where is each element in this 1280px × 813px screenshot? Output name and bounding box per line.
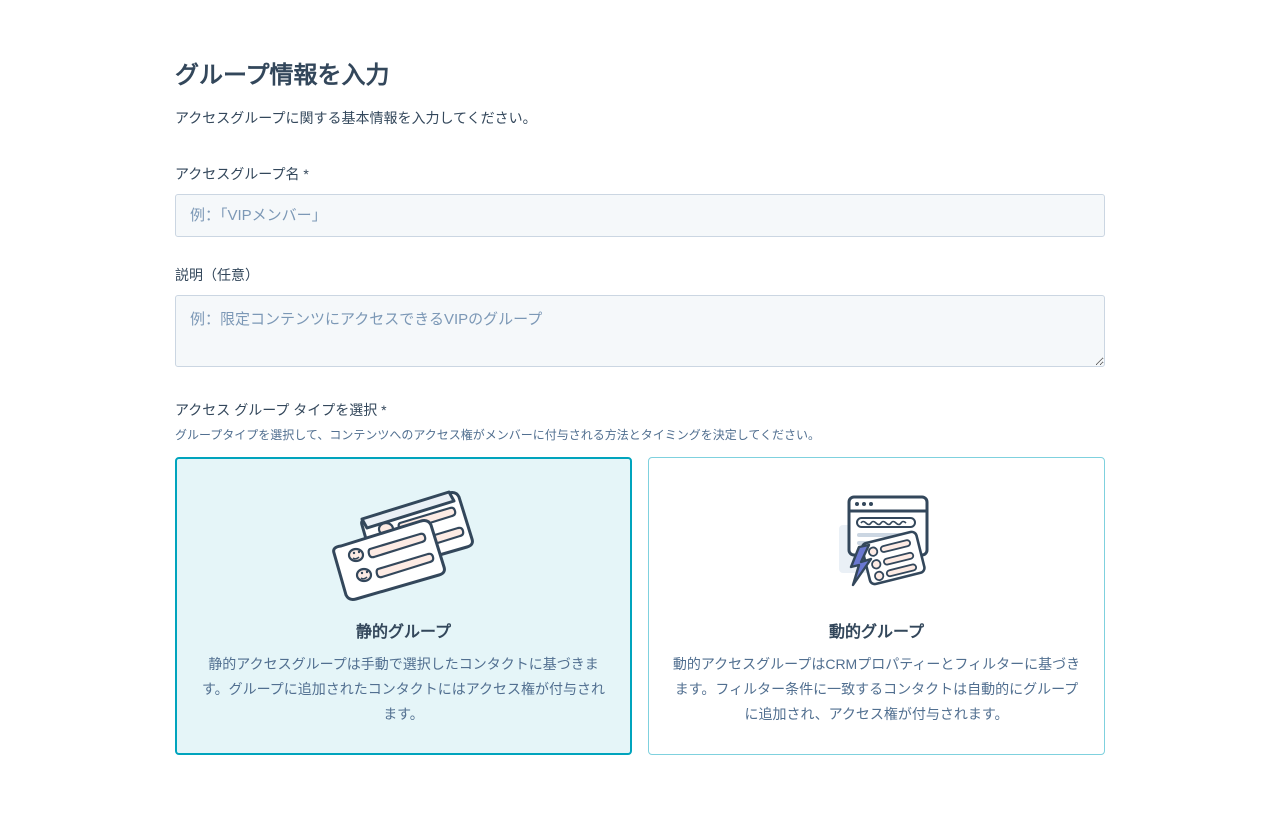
type-card-row: 静的グループ 静的アクセスグループは手動で選択したコンタクトに基づきます。グルー… bbox=[175, 457, 1105, 755]
name-label: アクセスグループ名 * bbox=[175, 164, 1105, 184]
field-group-name: アクセスグループ名 * bbox=[175, 164, 1105, 237]
type-section: アクセス グループ タイプを選択 * グループタイプを選択して、コンテンツへのア… bbox=[175, 400, 1105, 755]
page-title: グループ情報を入力 bbox=[175, 55, 1105, 90]
type-section-help: グループタイプを選択して、コンテンツへのアクセス権がメンバーに付与される方法とタ… bbox=[175, 426, 1105, 443]
dynamic-card-description: 動的アクセスグループはCRMプロパティーとフィルターに基づきます。フィルター条件… bbox=[669, 652, 1084, 728]
type-card-dynamic[interactable]: 動的グループ 動的アクセスグループはCRMプロパティーとフィルターに基づきます。… bbox=[648, 457, 1105, 755]
static-list-icon bbox=[196, 478, 611, 608]
type-section-label: アクセス グループ タイプを選択 * bbox=[175, 400, 1105, 420]
description-label: 説明（任意） bbox=[175, 265, 1105, 285]
group-name-input[interactable] bbox=[175, 194, 1105, 237]
static-card-description: 静的アクセスグループは手動で選択したコンタクトに基づきます。グループに追加された… bbox=[196, 652, 611, 728]
type-card-static[interactable]: 静的グループ 静的アクセスグループは手動で選択したコンタクトに基づきます。グルー… bbox=[175, 457, 632, 755]
group-description-textarea[interactable] bbox=[175, 295, 1105, 367]
field-group-description: 説明（任意） bbox=[175, 265, 1105, 372]
dynamic-list-icon bbox=[669, 478, 1084, 608]
static-card-title: 静的グループ bbox=[196, 618, 611, 642]
dynamic-card-title: 動的グループ bbox=[669, 618, 1084, 642]
page-subtitle: アクセスグループに関する基本情報を入力してください。 bbox=[175, 108, 1105, 128]
